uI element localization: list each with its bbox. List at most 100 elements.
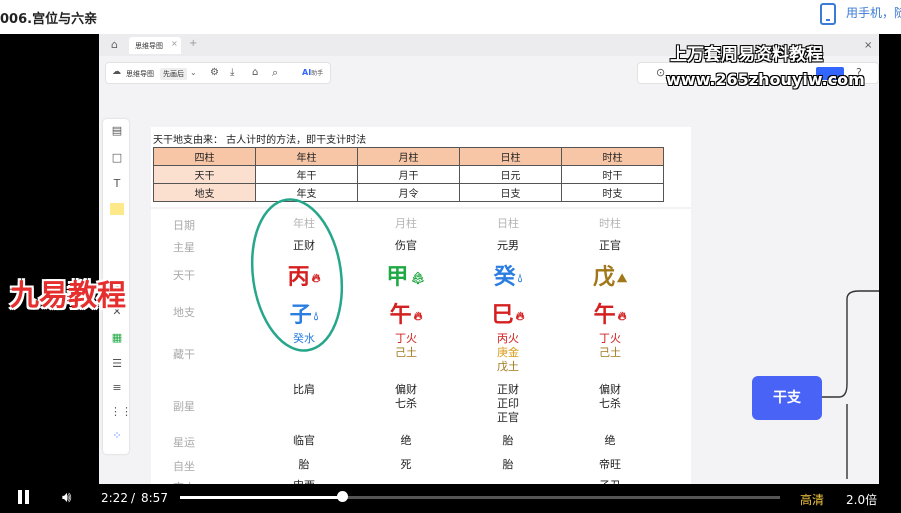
fire-icon: 🔥︎ xyxy=(617,308,627,323)
settings-icon[interactable]: ⚙ xyxy=(210,67,219,78)
xingyun-cell: 绝 xyxy=(604,434,616,447)
theme-select[interactable]: 先画后 xyxy=(160,68,187,80)
search-icon[interactable]: ⌕ xyxy=(272,66,278,80)
list-icon[interactable]: ≡ xyxy=(110,381,124,394)
close-icon[interactable]: × xyxy=(864,40,872,51)
row-label-main-star: 主星 xyxy=(173,241,195,254)
mindmap-node-ganzhi[interactable]: 干支 xyxy=(752,376,822,420)
progress-handle[interactable] xyxy=(337,491,348,502)
dizhi-cell: 巳 🔥︎ xyxy=(473,297,543,329)
header-cell: 月柱 xyxy=(357,147,460,166)
brand-watermark: 九易教程 xyxy=(10,278,127,312)
current-time: 2:22 xyxy=(101,491,128,505)
tag-icon[interactable]: ⌂ xyxy=(252,67,258,78)
watch-on-phone-link[interactable]: 用手机，随 xyxy=(846,4,901,21)
main-star: 正官 xyxy=(599,239,621,252)
header-cell: 时柱 xyxy=(561,147,664,166)
intro-caption: 天干地支由来： 古人计时的方法，即干支计时法 xyxy=(153,135,367,146)
ai-sub-label: 助手 xyxy=(311,70,324,77)
close-tab-icon[interactable]: × xyxy=(171,39,178,48)
duration: 8:57 xyxy=(141,491,168,505)
ganzhi-intro-card: 天干地支由来： 古人计时的方法，即干支计时法 四柱 年柱 月柱 日柱 时柱 天干… xyxy=(151,127,691,207)
frame-icon[interactable]: ▤ xyxy=(110,124,124,137)
zizuo-cell: 帝旺 xyxy=(599,458,621,471)
volume-icon[interactable]: 🔊︎ xyxy=(62,488,71,506)
dizhi-cell: 午 🔥︎ xyxy=(575,297,645,329)
table-cell: 月令 xyxy=(357,183,460,202)
main-star: 伤官 xyxy=(395,239,417,252)
row-label-tiangan: 天干 xyxy=(173,269,195,282)
doc-name[interactable]: 思维导图 xyxy=(126,69,154,79)
table-header-row: 四柱 年柱 月柱 日柱 时柱 xyxy=(153,147,664,166)
chevron-down-icon[interactable]: ⌄ xyxy=(190,68,197,77)
watermark-text: 上万套周易资料教程 xyxy=(670,45,823,65)
canggan-item: 己土 xyxy=(395,346,417,359)
ai-assistant-button[interactable]: AI助手 xyxy=(302,68,323,77)
fuxing-item: 正官 xyxy=(497,411,519,424)
tab-label: 思维导图 xyxy=(135,42,163,50)
fuxing-item: 正印 xyxy=(497,397,519,410)
header-cell: 日柱 xyxy=(459,147,562,166)
hand-drawn-circle-annotation xyxy=(250,198,344,352)
tiangan-char: 甲 xyxy=(386,265,409,290)
page-header: 006.宫位与六亲 用手机，随 xyxy=(0,0,901,34)
tiangan-char: 癸 xyxy=(493,265,516,290)
grid-icon[interactable]: ⋮⋮ xyxy=(110,405,132,418)
main-star: 元男 xyxy=(497,239,519,252)
play-circle-icon[interactable]: ⊙ xyxy=(656,66,665,79)
row-label-zizuo: 自坐 xyxy=(173,460,195,473)
dizhi-char: 午 xyxy=(389,303,412,328)
more-icon[interactable]: ⁘ xyxy=(110,429,124,442)
mindmap-icon[interactable]: ☰ xyxy=(110,357,124,370)
rectangle-icon[interactable]: □ xyxy=(110,151,124,164)
tiangan-cell: 癸 💧︎ xyxy=(473,259,543,291)
pillar-header: 日柱 xyxy=(497,217,519,230)
sticky-note-icon[interactable] xyxy=(110,203,124,215)
canggan-item: 丁火 xyxy=(395,332,417,345)
zizuo-cell: 胎 xyxy=(502,458,514,471)
fuxing-item: 七杀 xyxy=(395,397,417,410)
pillar-header: 月柱 xyxy=(395,217,417,230)
xingyun-cell: 临官 xyxy=(293,434,315,447)
table-cell: 年干 xyxy=(255,165,358,184)
ai-label: AI xyxy=(302,68,312,77)
dizhi-char: 午 xyxy=(593,303,616,328)
table-icon[interactable]: ▦ xyxy=(110,331,124,344)
row-label-canggan: 藏干 xyxy=(173,348,195,361)
row-label-xingyun: 星运 xyxy=(173,436,195,449)
header-cell: 四柱 xyxy=(153,147,256,166)
fuxing-item: 比肩 xyxy=(293,383,315,396)
bazi-chart-panel: 日期 主星 天干 地支 藏干 副星 星运 自坐 空亡 纳音 年柱正财丙🔥︎子💧︎… xyxy=(151,198,691,484)
row-label-date: 日期 xyxy=(173,219,195,232)
progress-fill xyxy=(180,496,342,499)
speed-button[interactable]: 2.0倍 xyxy=(846,491,877,508)
fire-icon: 🔥︎ xyxy=(413,308,423,323)
table-cell: 日元 xyxy=(459,165,562,184)
mindmap-branch-lines xyxy=(821,290,879,479)
dizhi-cell: 午 🔥︎ xyxy=(371,297,441,329)
pause-icon[interactable] xyxy=(18,490,30,504)
tiangan-char: 戊 xyxy=(592,265,615,290)
row-label-cell: 天干 xyxy=(153,165,256,184)
download-icon[interactable]: ⤓ xyxy=(230,67,234,78)
fuxing-item: 偏财 xyxy=(395,383,417,396)
quality-button[interactable]: 高清 xyxy=(800,491,824,508)
fuxing-item: 正财 xyxy=(497,383,519,396)
xingyun-cell: 绝 xyxy=(400,434,412,447)
phone-icon[interactable] xyxy=(820,3,836,25)
home-icon[interactable]: ⌂ xyxy=(111,38,118,51)
table-cell: 日支 xyxy=(459,183,562,202)
fire-icon: 🔥︎ xyxy=(515,308,525,323)
row-label-dizhi: 地支 xyxy=(173,306,195,319)
canggan-item: 己土 xyxy=(599,346,621,359)
table-cell: 月干 xyxy=(357,165,460,184)
fuxing-item: 七杀 xyxy=(599,397,621,410)
wood-icon: 🌲︎ xyxy=(410,271,426,285)
text-icon[interactable]: T xyxy=(110,177,124,190)
new-tab-icon[interactable]: + xyxy=(189,38,197,49)
fuxing-item: 偏财 xyxy=(599,383,621,396)
zizuo-cell: 胎 xyxy=(298,458,310,471)
table-row: 地支 年支 月令 日支 时支 xyxy=(153,183,664,202)
earth-icon: ⛰︎ xyxy=(616,270,628,285)
xingyun-cell: 胎 xyxy=(502,434,514,447)
